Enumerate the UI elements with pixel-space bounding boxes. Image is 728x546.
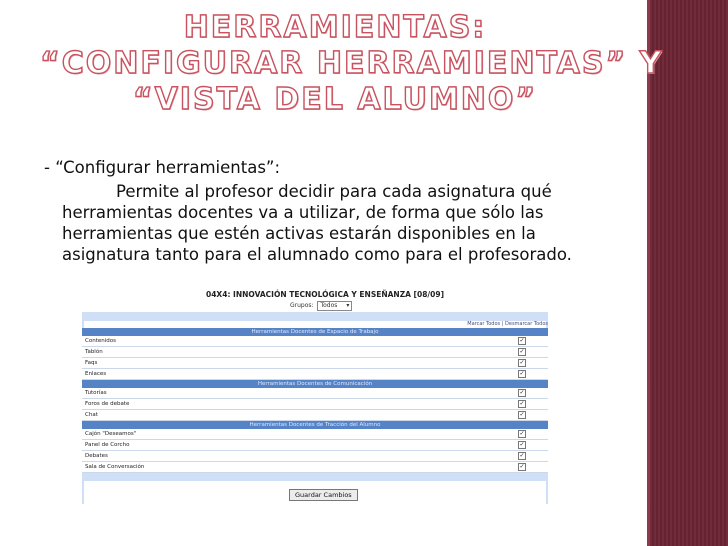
table-row: Tablón ✓: [82, 347, 548, 358]
description-paragraph: Permite al profesor decidir para cada as…: [62, 181, 602, 265]
tool-checkbox[interactable]: ✓: [518, 400, 526, 408]
unmark-all-link[interactable]: Desmarcar Todos: [505, 321, 548, 327]
tool-checkbox[interactable]: ✓: [518, 463, 526, 471]
table-row: Panel de Corcho ✓: [82, 440, 548, 451]
tool-checkbox[interactable]: ✓: [518, 337, 526, 345]
tool-label: Panel de Corcho: [85, 442, 130, 448]
section-header: Herramientas Docentes de Comunicación: [82, 380, 548, 388]
table-row: Foros de debate ✓: [82, 399, 548, 410]
tool-checkbox[interactable]: ✓: [518, 411, 526, 419]
title-line-2: “CONFIGURAR HERRAMIENTAS” Y: [39, 45, 664, 81]
title-line-3: “VISTA DEL ALUMNO”: [132, 81, 538, 117]
tool-label: Chat: [85, 412, 98, 418]
group-row: Grupos: Todos: [290, 301, 353, 311]
tool-label: Cajón "Deseamos": [85, 431, 137, 437]
tools-table: Herramientas Docentes de Espacio de Trab…: [82, 328, 548, 481]
mark-all-link[interactable]: Marcar Todos: [467, 321, 500, 327]
tool-checkbox[interactable]: ✓: [518, 389, 526, 397]
table-row: Sala de Conversación ✓: [82, 462, 548, 473]
tool-checkbox[interactable]: ✓: [518, 370, 526, 378]
band-edge: [647, 0, 650, 546]
table-row: Tutorías ✓: [82, 388, 548, 399]
tool-checkbox[interactable]: ✓: [518, 452, 526, 460]
section-header: Herramientas Docentes de Tracción del Al…: [82, 421, 548, 429]
paragraph-text: Permite al profesor decidir para cada as…: [62, 182, 572, 264]
tool-label: Faqs: [85, 360, 98, 366]
configure-tools-screenshot: 04X4: INNOVACIÓN TECNOLÓGICA Y ENSEÑANZA…: [82, 288, 548, 514]
slide-title: HERRAMIENTAS: “CONFIGURAR HERRAMIENTAS” …: [39, 9, 664, 118]
bullet-heading: - “Configurar herramientas”:: [44, 158, 281, 177]
tool-label: Debates: [85, 453, 108, 459]
group-select[interactable]: Todos: [317, 301, 353, 311]
tool-label: Tutorías: [85, 390, 107, 396]
tool-label: Sala de Conversación: [85, 464, 145, 470]
save-changes-button[interactable]: Guardar Cambios: [289, 489, 358, 501]
table-row: Debates ✓: [82, 451, 548, 462]
tool-checkbox[interactable]: ✓: [518, 441, 526, 449]
tool-checkbox[interactable]: ✓: [518, 359, 526, 367]
tool-label: Enlaces: [85, 371, 107, 377]
top-bar: [82, 312, 548, 321]
section-header: Herramientas Docentes de Espacio de Trab…: [82, 328, 548, 336]
link-separator: |: [501, 321, 504, 327]
tool-checkbox[interactable]: ✓: [518, 430, 526, 438]
decorative-side-band: [650, 0, 728, 546]
table-row: Chat ✓: [82, 410, 548, 421]
table-row: Enlaces ✓: [82, 369, 548, 380]
table-row: Contenidos ✓: [82, 336, 548, 347]
bottom-bar: [82, 473, 548, 481]
tool-label: Tablón: [85, 349, 103, 355]
tool-label: Contenidos: [85, 338, 116, 344]
table-row: Faqs ✓: [82, 358, 548, 369]
group-select-value: Todos: [320, 302, 338, 309]
tool-checkbox[interactable]: ✓: [518, 348, 526, 356]
table-row: Cajón "Deseamos" ✓: [82, 429, 548, 440]
course-title: 04X4: INNOVACIÓN TECNOLÓGICA Y ENSEÑANZA…: [206, 290, 445, 299]
title-line-1: HERRAMIENTAS:: [183, 9, 487, 45]
select-links: Marcar Todos | Desmarcar Todos: [467, 321, 548, 327]
group-label: Grupos:: [290, 302, 314, 309]
tool-label: Foros de debate: [85, 401, 130, 407]
